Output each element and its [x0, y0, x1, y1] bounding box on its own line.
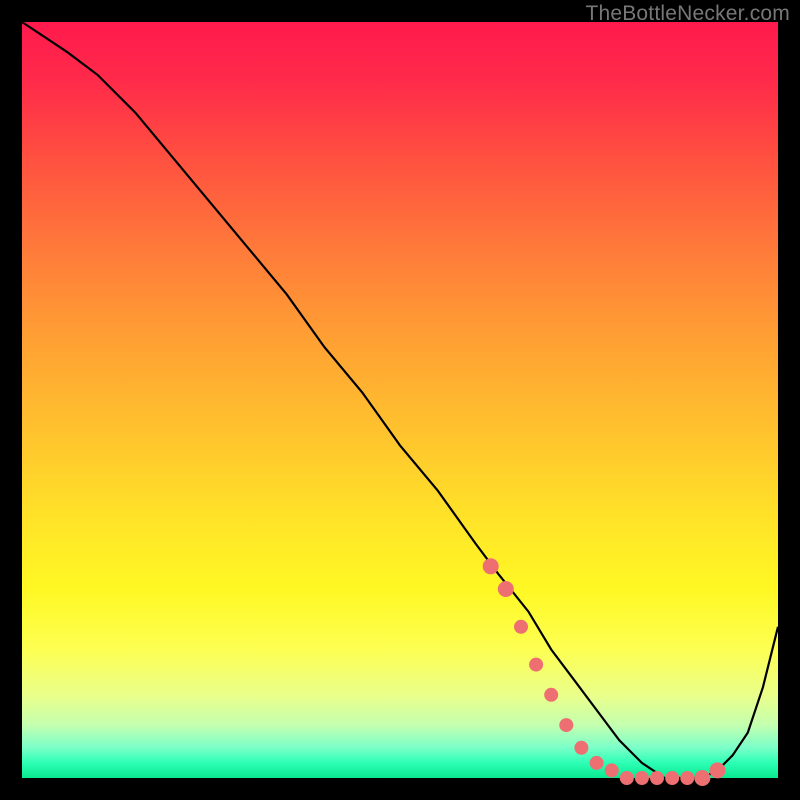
- bottleneck-curve-svg: [22, 22, 778, 778]
- highlight-point: [529, 658, 543, 672]
- highlight-points-group: [483, 558, 726, 786]
- highlight-point: [694, 770, 710, 786]
- chart-canvas: TheBottleNecker.com: [0, 0, 800, 800]
- highlight-point: [498, 581, 514, 597]
- highlight-point: [514, 620, 528, 634]
- highlight-point: [590, 756, 604, 770]
- highlight-point: [710, 762, 726, 778]
- highlight-point: [635, 771, 649, 785]
- highlight-point: [665, 771, 679, 785]
- highlight-point: [559, 718, 573, 732]
- highlight-point: [605, 763, 619, 777]
- highlight-point: [483, 558, 499, 574]
- bottleneck-curve: [22, 22, 778, 778]
- highlight-point: [650, 771, 664, 785]
- highlight-point: [680, 771, 694, 785]
- plot-area: [22, 22, 778, 778]
- highlight-point: [544, 688, 558, 702]
- highlight-point: [574, 741, 588, 755]
- highlight-point: [620, 771, 634, 785]
